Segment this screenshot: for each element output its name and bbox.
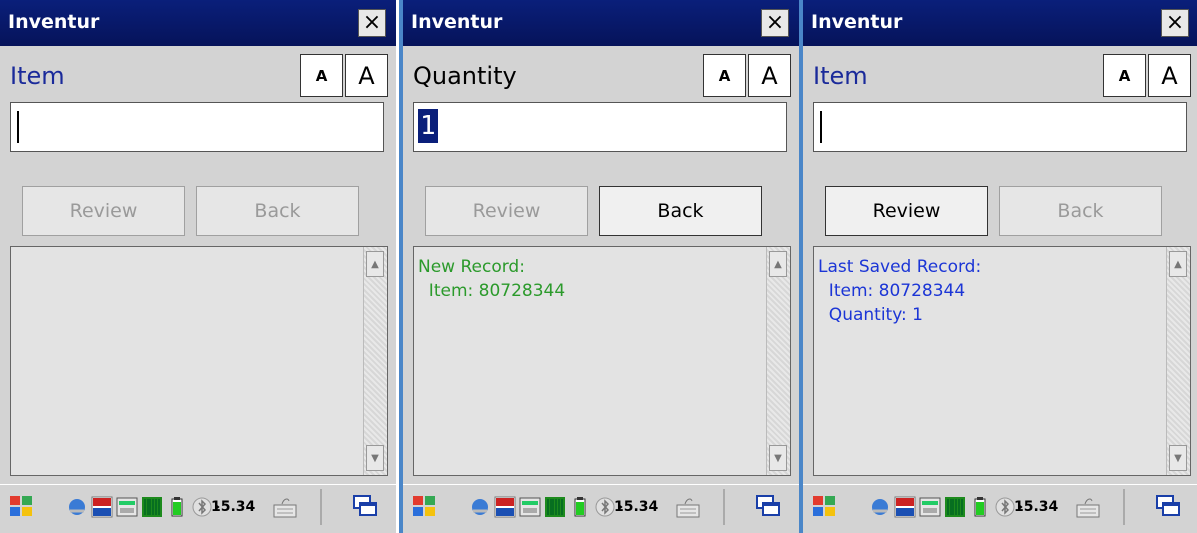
text-caret <box>17 111 19 143</box>
battery-icon[interactable] <box>969 496 991 518</box>
start-icon[interactable] <box>6 493 36 521</box>
keyboard-icon[interactable] <box>675 495 701 519</box>
scroll-down-icon[interactable]: ▼ <box>769 445 787 471</box>
tray-icons <box>869 491 1029 523</box>
font-larger-button[interactable]: A <box>748 54 791 97</box>
tray-icons <box>66 491 226 523</box>
log-line: New Record: <box>418 257 525 277</box>
windows-icon[interactable] <box>352 493 378 519</box>
log-scrollbar[interactable]: ▲ ▼ <box>1166 247 1190 475</box>
log-line: Item: 80728344 <box>818 281 966 301</box>
network-icon[interactable] <box>469 496 491 518</box>
close-icon: × <box>765 10 785 35</box>
close-button[interactable]: × <box>1161 9 1189 37</box>
window-title: Inventur <box>811 11 903 33</box>
barcode-icon[interactable] <box>944 496 966 518</box>
log-scrollbar[interactable]: ▲ ▼ <box>766 247 790 475</box>
taskbar-separator <box>723 489 725 525</box>
efon-vrc-icon[interactable] <box>91 496 113 518</box>
taskbar: 15.34 <box>403 484 799 529</box>
scroll-up-icon[interactable]: ▲ <box>366 251 384 277</box>
bluetooth-icon[interactable] <box>594 496 616 518</box>
clock[interactable]: 15.34 <box>1014 499 1058 515</box>
windows-icon[interactable] <box>1155 493 1181 519</box>
font-smaller-button[interactable]: A <box>1103 54 1146 97</box>
taskbar: 15.34 <box>0 484 396 529</box>
panel-1: Inventur × Item A A Review Back ▲ ▼ 15.3… <box>0 0 396 533</box>
bluetooth-icon[interactable] <box>191 496 213 518</box>
taskbar: 15.34 <box>803 484 1197 529</box>
network-icon[interactable] <box>869 496 891 518</box>
taskbar-separator <box>320 489 322 525</box>
font-smaller-button[interactable]: A <box>300 54 343 97</box>
log-content: New Record: Item: 80728344 <box>418 255 565 303</box>
log-scrollbar[interactable]: ▲ ▼ <box>363 247 387 475</box>
window-title: Inventur <box>8 11 100 33</box>
item-input[interactable] <box>813 102 1187 152</box>
record-log: New Record: Item: 80728344 ▲ ▼ <box>413 246 791 476</box>
battery-icon[interactable] <box>569 496 591 518</box>
font-size-controls: A A <box>300 54 388 97</box>
title-bar: Inventur × <box>803 0 1197 46</box>
scroll-down-icon[interactable]: ▼ <box>366 445 384 471</box>
close-icon: × <box>362 10 382 35</box>
scroll-up-icon[interactable]: ▲ <box>769 251 787 277</box>
selected-value: 1 <box>418 109 438 143</box>
review-button[interactable]: Review <box>22 186 185 236</box>
keyboard-icon[interactable] <box>272 495 298 519</box>
panel-3: Inventur × Item A A Review Back Last Sav… <box>803 0 1197 533</box>
close-icon: × <box>1165 10 1185 35</box>
network-icon[interactable] <box>66 496 88 518</box>
text-caret <box>820 111 822 143</box>
review-button[interactable]: Review <box>425 186 588 236</box>
review-button[interactable]: Review <box>825 186 988 236</box>
back-button[interactable]: Back <box>999 186 1162 236</box>
field-label: Quantity <box>413 62 517 90</box>
start-icon[interactable] <box>809 493 839 521</box>
barcode-icon[interactable] <box>141 496 163 518</box>
field-label: Item <box>813 62 868 90</box>
item-input[interactable] <box>10 102 384 152</box>
close-button[interactable]: × <box>761 9 789 37</box>
scroll-down-icon[interactable]: ▼ <box>1169 445 1187 471</box>
keypad-123-icon[interactable] <box>919 496 941 518</box>
panel-2: Inventur × Quantity A A 1 Review Back Ne… <box>403 0 799 533</box>
keypad-123-icon[interactable] <box>116 496 138 518</box>
clock[interactable]: 15.34 <box>614 499 658 515</box>
log-line: Quantity: 1 <box>818 305 923 325</box>
title-bar: Inventur × <box>403 0 799 46</box>
field-label: Item <box>10 62 65 90</box>
windows-icon[interactable] <box>755 493 781 519</box>
clock[interactable]: 15.34 <box>211 499 255 515</box>
window-title: Inventur <box>411 11 503 33</box>
font-larger-button[interactable]: A <box>1148 54 1191 97</box>
barcode-icon[interactable] <box>544 496 566 518</box>
bluetooth-icon[interactable] <box>994 496 1016 518</box>
font-size-controls: A A <box>703 54 791 97</box>
log-content: Last Saved Record: Item: 80728344 Quanti… <box>818 255 981 327</box>
keyboard-icon[interactable] <box>1075 495 1101 519</box>
taskbar-separator <box>1123 489 1125 525</box>
scroll-up-icon[interactable]: ▲ <box>1169 251 1187 277</box>
keypad-123-icon[interactable] <box>519 496 541 518</box>
font-size-controls: A A <box>1103 54 1191 97</box>
log-line: Item: 80728344 <box>418 281 566 301</box>
start-icon[interactable] <box>409 493 439 521</box>
font-larger-button[interactable]: A <box>345 54 388 97</box>
close-button[interactable]: × <box>358 9 386 37</box>
quantity-input[interactable]: 1 <box>413 102 787 152</box>
efon-vrc-icon[interactable] <box>494 496 516 518</box>
back-button[interactable]: Back <box>599 186 762 236</box>
record-log: ▲ ▼ <box>10 246 388 476</box>
record-log: Last Saved Record: Item: 80728344 Quanti… <box>813 246 1191 476</box>
log-line: Last Saved Record: <box>818 257 982 277</box>
back-button[interactable]: Back <box>196 186 359 236</box>
tray-icons <box>469 491 629 523</box>
title-bar: Inventur × <box>0 0 396 46</box>
battery-icon[interactable] <box>166 496 188 518</box>
efon-vrc-icon[interactable] <box>894 496 916 518</box>
font-smaller-button[interactable]: A <box>703 54 746 97</box>
